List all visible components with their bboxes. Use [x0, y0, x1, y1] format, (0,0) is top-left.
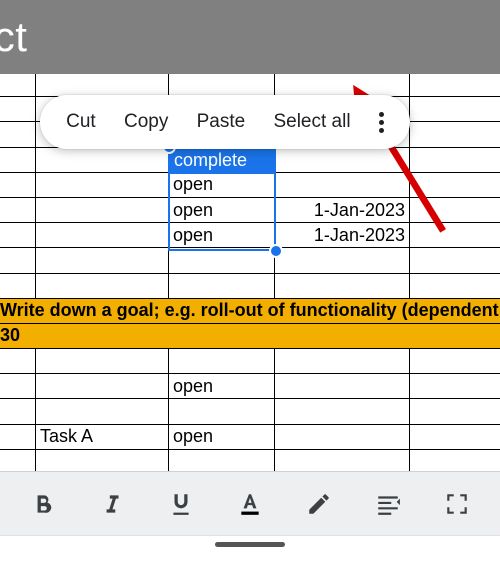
bold-button[interactable] — [18, 484, 68, 524]
cell-label[interactable] — [36, 374, 169, 399]
pencil-icon — [306, 491, 332, 517]
underline-button[interactable] — [156, 484, 206, 524]
cell-status[interactable]: open — [169, 374, 275, 399]
table-row: open — [0, 172, 500, 197]
table-row: open 1-Jan-2023 — [0, 197, 500, 222]
cell-label[interactable]: Task A — [36, 424, 169, 449]
align-icon — [375, 491, 401, 517]
cell-date[interactable] — [275, 147, 410, 172]
cell-due[interactable]: 10-Jan — [410, 147, 500, 172]
table-row — [0, 74, 500, 97]
ctx-select-all[interactable]: Select all — [267, 107, 356, 137]
cell-status[interactable]: open — [169, 197, 275, 222]
cell-status[interactable]: open — [169, 223, 275, 248]
bold-icon — [30, 491, 56, 517]
table-row — [0, 399, 500, 424]
ctx-cut[interactable]: Cut — [60, 107, 102, 137]
cell-status[interactable]: open — [169, 424, 275, 449]
italic-icon — [99, 491, 125, 517]
table-row: open 1-Jan-2023 — [0, 223, 500, 248]
cell-date[interactable]: 1-Jan-2023 — [275, 197, 410, 222]
milestone-subtext[interactable]: 30 — [0, 323, 500, 348]
drag-handle[interactable] — [215, 542, 285, 547]
context-menu: Cut Copy Paste Select all — [40, 95, 410, 149]
expand-icon — [444, 491, 470, 517]
table-row — [0, 248, 500, 273]
ctx-paste[interactable]: Paste — [191, 107, 252, 137]
bottom-handle-bar — [0, 535, 500, 561]
table-row — [0, 273, 500, 298]
underline-icon — [168, 491, 194, 517]
ctx-more-icon[interactable] — [373, 106, 390, 139]
text-color-button[interactable] — [225, 484, 275, 524]
text-color-icon — [237, 491, 263, 517]
table-row: 10-Jan — [0, 147, 500, 172]
table-row — [0, 449, 500, 471]
table-row: Task A open — [0, 424, 500, 449]
ctx-copy[interactable]: Copy — [118, 107, 174, 137]
table-row: open — [0, 374, 500, 399]
document-title: ject — [0, 13, 27, 61]
format-toolbar — [0, 471, 500, 535]
cell-date[interactable]: 1-Jan-2023 — [275, 223, 410, 248]
milestone-text[interactable]: Write down a goal; e.g. roll-out of func… — [0, 298, 500, 323]
italic-button[interactable] — [87, 484, 137, 524]
milestone-row: 30 — [0, 323, 500, 348]
milestone-row: Write down a goal; e.g. roll-out of func… — [0, 298, 500, 323]
align-button[interactable] — [363, 484, 413, 524]
cell-status[interactable] — [169, 147, 275, 172]
expand-button[interactable] — [432, 484, 482, 524]
fill-color-button[interactable] — [294, 484, 344, 524]
table-row — [0, 349, 500, 374]
cell-date[interactable] — [275, 172, 410, 197]
cell-status[interactable]: open — [169, 172, 275, 197]
title-bar: ject — [0, 0, 500, 74]
